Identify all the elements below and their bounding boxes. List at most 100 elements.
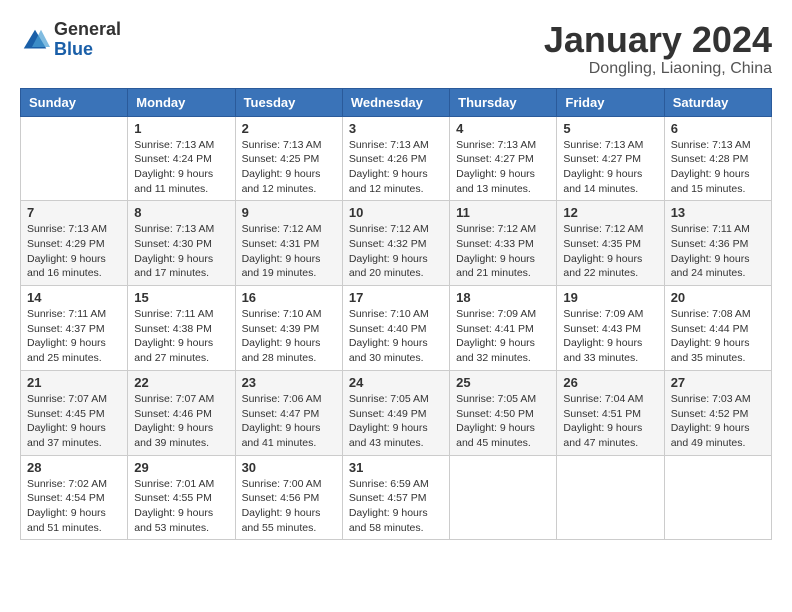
calendar-cell: 19Sunrise: 7:09 AM Sunset: 4:43 PM Dayli…	[557, 286, 664, 371]
calendar-cell: 16 Sunrise: 7:10 AM Sunset: 4:39 PM Dayli…	[235, 286, 342, 371]
day-info: Sunrise: 7:13 AM Sunset: 4:26 PM Dayligh…	[349, 138, 443, 197]
calendar-cell: 7 Sunrise: 7:13 AM Sunset: 4:29 PM Daylig…	[21, 201, 128, 286]
day-number: 8	[134, 205, 228, 220]
day-number: 29	[134, 460, 228, 475]
day-info: Sunrise: 7:13 AM Sunset: 4:29 PM Dayligh…	[27, 222, 121, 281]
day-info: Sunrise: 7:11 AM Sunset: 4:37 PM Dayligh…	[27, 307, 121, 366]
weekday-header-tuesday: Tuesday	[235, 88, 342, 116]
calendar-cell: 10Sunrise: 7:12 AM Sunset: 4:32 PM Dayli…	[342, 201, 449, 286]
calendar-week-row: 7 Sunrise: 7:13 AM Sunset: 4:29 PM Daylig…	[21, 201, 772, 286]
day-info: Sunrise: 7:12 AM Sunset: 4:31 PM Dayligh…	[242, 222, 336, 281]
calendar-cell: 18 Sunrise: 7:09 AM Sunset: 4:41 PM Dayli…	[450, 286, 557, 371]
day-info: Sunrise: 7:10 AM Sunset: 4:40 PM Dayligh…	[349, 307, 443, 366]
day-info: Sunrise: 7:03 AM Sunset: 4:52 PM Dayligh…	[671, 392, 765, 451]
day-number: 18	[456, 290, 550, 305]
day-info: Sunrise: 7:13 AM Sunset: 4:27 PM Dayligh…	[456, 138, 550, 197]
calendar-cell: 23 Sunrise: 7:06 AM Sunset: 4:47 PM Dayli…	[235, 370, 342, 455]
day-number: 20	[671, 290, 765, 305]
calendar-cell: 29Sunrise: 7:01 AM Sunset: 4:55 PM Dayli…	[128, 455, 235, 540]
day-info: Sunrise: 7:00 AM Sunset: 4:56 PM Dayligh…	[242, 477, 336, 536]
calendar-cell: 21 Sunrise: 7:07 AM Sunset: 4:45 PM Dayli…	[21, 370, 128, 455]
day-info: Sunrise: 7:06 AM Sunset: 4:47 PM Dayligh…	[242, 392, 336, 451]
day-number: 16	[242, 290, 336, 305]
day-number: 23	[242, 375, 336, 390]
calendar-week-row: 21 Sunrise: 7:07 AM Sunset: 4:45 PM Dayli…	[21, 370, 772, 455]
month-title: January 2024	[544, 20, 772, 60]
day-number: 5	[563, 121, 657, 136]
calendar-cell	[450, 455, 557, 540]
day-info: Sunrise: 7:02 AM Sunset: 4:54 PM Dayligh…	[27, 477, 121, 536]
day-info: Sunrise: 7:12 AM Sunset: 4:33 PM Dayligh…	[456, 222, 550, 281]
weekday-header-thursday: Thursday	[450, 88, 557, 116]
day-info: Sunrise: 7:12 AM Sunset: 4:35 PM Dayligh…	[563, 222, 657, 281]
calendar-cell: 20 Sunrise: 7:08 AM Sunset: 4:44 PM Dayli…	[664, 286, 771, 371]
calendar-cell	[21, 116, 128, 201]
logo: General Blue	[20, 20, 121, 60]
logo-general: General	[54, 20, 121, 40]
title-block: January 2024 Dongling, Liaoning, China	[544, 20, 772, 78]
day-number: 6	[671, 121, 765, 136]
day-info: Sunrise: 7:13 AM Sunset: 4:28 PM Dayligh…	[671, 138, 765, 197]
day-info: Sunrise: 7:13 AM Sunset: 4:27 PM Dayligh…	[563, 138, 657, 197]
day-number: 26	[563, 375, 657, 390]
calendar-week-row: 28Sunrise: 7:02 AM Sunset: 4:54 PM Dayli…	[21, 455, 772, 540]
day-number: 22	[134, 375, 228, 390]
day-info: Sunrise: 7:09 AM Sunset: 4:41 PM Dayligh…	[456, 307, 550, 366]
weekday-header-sunday: Sunday	[21, 88, 128, 116]
day-info: Sunrise: 7:10 AM Sunset: 4:39 PM Dayligh…	[242, 307, 336, 366]
day-number: 13	[671, 205, 765, 220]
calendar-week-row: 1 Sunrise: 7:13 AM Sunset: 4:24 PM Daylig…	[21, 116, 772, 201]
day-number: 4	[456, 121, 550, 136]
calendar-cell: 4 Sunrise: 7:13 AM Sunset: 4:27 PM Daylig…	[450, 116, 557, 201]
day-number: 9	[242, 205, 336, 220]
calendar-cell: 5 Sunrise: 7:13 AM Sunset: 4:27 PM Daylig…	[557, 116, 664, 201]
day-number: 11	[456, 205, 550, 220]
day-number: 7	[27, 205, 121, 220]
day-number: 30	[242, 460, 336, 475]
day-number: 1	[134, 121, 228, 136]
calendar-cell: 17 Sunrise: 7:10 AM Sunset: 4:40 PM Dayli…	[342, 286, 449, 371]
day-number: 15	[134, 290, 228, 305]
day-number: 27	[671, 375, 765, 390]
calendar-cell: 25 Sunrise: 7:05 AM Sunset: 4:50 PM Dayli…	[450, 370, 557, 455]
day-number: 19	[563, 290, 657, 305]
location-title: Dongling, Liaoning, China	[544, 60, 772, 78]
day-info: Sunrise: 7:05 AM Sunset: 4:49 PM Dayligh…	[349, 392, 443, 451]
calendar-cell: 13 Sunrise: 7:11 AM Sunset: 4:36 PM Dayli…	[664, 201, 771, 286]
day-info: Sunrise: 7:08 AM Sunset: 4:44 PM Dayligh…	[671, 307, 765, 366]
day-info: Sunrise: 7:12 AM Sunset: 4:32 PM Dayligh…	[349, 222, 443, 281]
calendar-cell: 6 Sunrise: 7:13 AM Sunset: 4:28 PM Daylig…	[664, 116, 771, 201]
day-info: Sunrise: 7:13 AM Sunset: 4:24 PM Dayligh…	[134, 138, 228, 197]
calendar-cell: 30 Sunrise: 7:00 AM Sunset: 4:56 PM Dayli…	[235, 455, 342, 540]
logo-text: General Blue	[54, 20, 121, 60]
day-number: 14	[27, 290, 121, 305]
day-number: 2	[242, 121, 336, 136]
day-number: 21	[27, 375, 121, 390]
day-info: Sunrise: 7:13 AM Sunset: 4:25 PM Dayligh…	[242, 138, 336, 197]
calendar-cell: 2 Sunrise: 7:13 AM Sunset: 4:25 PM Daylig…	[235, 116, 342, 201]
day-info: Sunrise: 7:11 AM Sunset: 4:38 PM Dayligh…	[134, 307, 228, 366]
weekday-header-saturday: Saturday	[664, 88, 771, 116]
calendar-table: SundayMondayTuesdayWednesdayThursdayFrid…	[20, 88, 772, 541]
day-number: 17	[349, 290, 443, 305]
calendar-cell: 8Sunrise: 7:13 AM Sunset: 4:30 PM Daylig…	[128, 201, 235, 286]
calendar-cell: 22Sunrise: 7:07 AM Sunset: 4:46 PM Dayli…	[128, 370, 235, 455]
calendar-cell: 14 Sunrise: 7:11 AM Sunset: 4:37 PM Dayli…	[21, 286, 128, 371]
calendar-cell: 27 Sunrise: 7:03 AM Sunset: 4:52 PM Dayli…	[664, 370, 771, 455]
calendar-cell: 12 Sunrise: 7:12 AM Sunset: 4:35 PM Dayli…	[557, 201, 664, 286]
page-header: General Blue January 2024 Dongling, Liao…	[20, 20, 772, 78]
day-info: Sunrise: 7:11 AM Sunset: 4:36 PM Dayligh…	[671, 222, 765, 281]
day-info: Sunrise: 7:04 AM Sunset: 4:51 PM Dayligh…	[563, 392, 657, 451]
day-info: Sunrise: 7:05 AM Sunset: 4:50 PM Dayligh…	[456, 392, 550, 451]
calendar-cell: 31Sunrise: 6:59 AM Sunset: 4:57 PM Dayli…	[342, 455, 449, 540]
weekday-header-friday: Friday	[557, 88, 664, 116]
calendar-week-row: 14 Sunrise: 7:11 AM Sunset: 4:37 PM Dayli…	[21, 286, 772, 371]
day-number: 12	[563, 205, 657, 220]
day-number: 25	[456, 375, 550, 390]
day-info: Sunrise: 7:07 AM Sunset: 4:45 PM Dayligh…	[27, 392, 121, 451]
calendar-cell: 3Sunrise: 7:13 AM Sunset: 4:26 PM Daylig…	[342, 116, 449, 201]
calendar-cell: 26 Sunrise: 7:04 AM Sunset: 4:51 PM Dayli…	[557, 370, 664, 455]
calendar-cell: 28Sunrise: 7:02 AM Sunset: 4:54 PM Dayli…	[21, 455, 128, 540]
calendar-cell	[664, 455, 771, 540]
weekday-header-wednesday: Wednesday	[342, 88, 449, 116]
